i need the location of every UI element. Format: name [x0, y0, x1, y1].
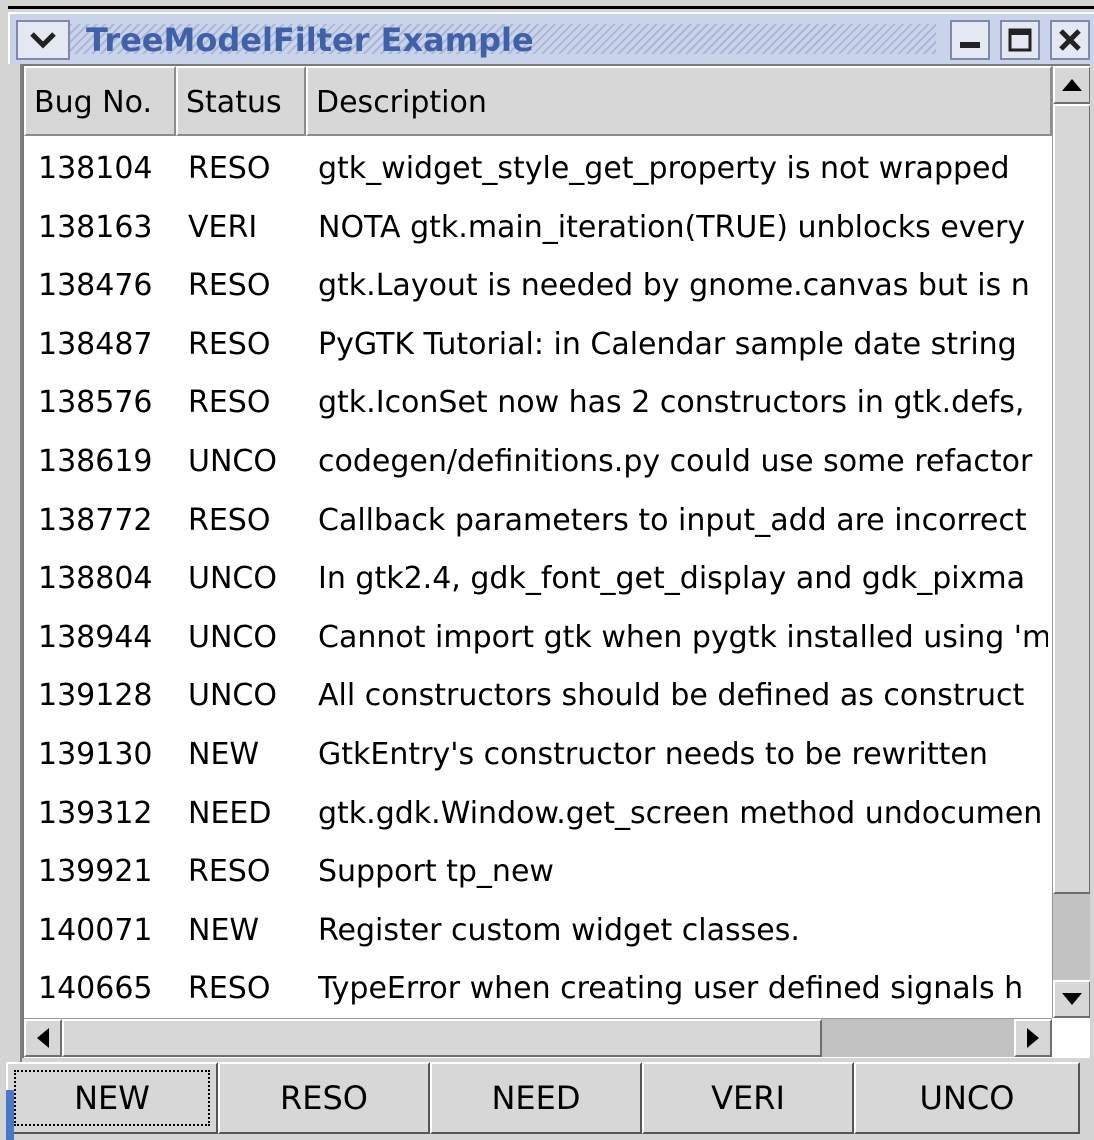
table-row[interactable]: 138163 VERI NOTA gtk.main_iteration(TRUE) …	[24, 199, 1052, 257]
table-row[interactable]: 139921 RESO Support tp_new	[24, 843, 1052, 901]
table-row[interactable]: 138576 RESO gtk.IconSet now has 2 construc…	[24, 374, 1052, 432]
minimize-icon	[960, 42, 980, 48]
status-cell: RESO	[188, 326, 271, 362]
table-row[interactable]: 139130 NEW GtkEntry's constructor needs to…	[24, 726, 1052, 784]
window-menu-button[interactable]	[16, 20, 70, 60]
description-cell: gtk.gdk.Window.get_screen method undocum…	[318, 795, 1043, 831]
filter-button-bar: NEW RESO NEED VERI UNCO	[6, 1062, 1090, 1134]
vertical-scroll-thumb[interactable]	[1053, 104, 1090, 894]
description-cell: gtk.IconSet now has 2 constructors in gt…	[318, 385, 1025, 421]
tree-header: Bug No. Status Description	[24, 66, 1052, 136]
window-frame-edge	[6, 1090, 14, 1140]
status-cell: UNCO	[188, 444, 277, 479]
description-cell: NOTA gtk.main_iteration(TRUE) unblocks e…	[318, 209, 1026, 245]
bug-number-cell: 139130	[38, 737, 153, 772]
close-icon	[1059, 29, 1081, 51]
bug-number-cell: 138104	[38, 151, 153, 186]
bug-number-cell: 139921	[38, 854, 153, 890]
column-header-description[interactable]: Description	[306, 66, 1052, 136]
close-button[interactable]	[1050, 20, 1090, 60]
description-cell: codegen/definitions.py could use some re…	[318, 444, 1033, 479]
filter-button-reso[interactable]: RESO	[218, 1062, 430, 1134]
horizontal-scrollbar[interactable]	[24, 1018, 1052, 1057]
description-cell: Register custom widget classes.	[318, 912, 800, 948]
filter-button-new[interactable]: NEW	[6, 1062, 218, 1134]
arrow-down-icon	[1062, 993, 1082, 1005]
bug-number-cell: 138576	[38, 385, 153, 421]
bug-tree-view[interactable]: Bug No. Status Description 138104 RESO gtk…	[22, 64, 1090, 1058]
description-cell: In gtk2.4, gdk_font_get_display and gdk_…	[318, 561, 1026, 597]
table-row[interactable]: 138476 RESO gtk.Layout is needed by gnome.…	[24, 257, 1052, 315]
maximize-icon	[1008, 28, 1032, 52]
table-row[interactable]: 138104 RESO gtk_widget_style_get_property …	[24, 140, 1052, 198]
horizontal-scroll-thumb[interactable]	[62, 1019, 822, 1057]
description-cell: gtk.Layout is needed by gnome.canvas but…	[318, 268, 1030, 304]
minimize-button[interactable]	[950, 20, 990, 60]
arrow-right-icon	[1027, 1028, 1039, 1048]
description-cell: Callback parameters to input_add are inc…	[318, 502, 1027, 538]
column-header-bug-no[interactable]: Bug No.	[24, 66, 176, 136]
bug-number-cell: 138163	[38, 209, 153, 245]
bug-number-cell: 138619	[38, 444, 153, 479]
chevron-down-icon	[30, 32, 56, 49]
status-cell: RESO	[188, 385, 271, 421]
bug-number-cell: 139312	[38, 795, 153, 831]
status-cell: RESO	[188, 268, 271, 304]
bug-number-cell: 140071	[38, 912, 153, 948]
status-cell: VERI	[188, 209, 258, 245]
table-row[interactable]: 138804 UNCO In gtk2.4, gdk_font_get_displa…	[24, 550, 1052, 608]
table-row[interactable]: 138619 UNCO codegen/definitions.py could u…	[24, 433, 1052, 491]
scroll-down-button[interactable]	[1053, 980, 1090, 1018]
status-cell: NEW	[188, 912, 260, 948]
filter-button-unco[interactable]: UNCO	[854, 1062, 1080, 1134]
scroll-left-button[interactable]	[24, 1019, 62, 1057]
title-bar[interactable]: TreeModelFilter Example	[8, 12, 1094, 64]
window-top-border	[8, 6, 1094, 9]
table-row[interactable]: 138944 UNCO Cannot import gtk when pygtk i…	[24, 609, 1052, 667]
status-cell: RESO	[188, 502, 271, 538]
bug-number-cell: 139128	[38, 678, 153, 714]
tree-rows: 138104 RESO gtk_widget_style_get_property …	[24, 136, 1052, 1016]
status-cell: UNCO	[188, 561, 277, 597]
bug-number-cell: 140665	[38, 971, 153, 1007]
window-content: Bug No. Status Description 138104 RESO gtk…	[20, 64, 1090, 1134]
status-cell: NEED	[188, 795, 272, 831]
bug-number-cell: 138487	[38, 326, 153, 362]
table-row[interactable]: 139312 NEED gtk.gdk.Window.get_screen meth…	[24, 785, 1052, 843]
scroll-right-button[interactable]	[1014, 1019, 1052, 1057]
bug-number-cell: 138804	[38, 561, 153, 597]
status-cell: RESO	[188, 854, 271, 890]
filter-button-veri[interactable]: VERI	[642, 1062, 854, 1134]
description-cell: PyGTK Tutorial: in Calendar sample date …	[318, 326, 1017, 362]
status-cell: RESO	[188, 151, 271, 186]
maximize-button[interactable]	[1000, 20, 1040, 60]
vertical-scrollbar[interactable]	[1052, 66, 1090, 1018]
description-cell: Cannot import gtk when pygtk installed u…	[318, 619, 1048, 655]
status-cell: RESO	[188, 971, 271, 1007]
status-cell: UNCO	[188, 678, 277, 714]
description-cell: Support tp_new	[318, 854, 554, 890]
window-title: TreeModelFilter Example	[86, 21, 534, 59]
table-row[interactable]: 140071 NEW Register custom widget classes.	[24, 902, 1052, 960]
scroll-up-button[interactable]	[1053, 66, 1090, 104]
filter-button-need[interactable]: NEED	[430, 1062, 642, 1134]
status-cell: UNCO	[188, 619, 277, 655]
description-cell: GtkEntry's constructor needs to be rewri…	[318, 737, 988, 772]
column-header-status[interactable]: Status	[176, 66, 306, 136]
description-cell: All constructors should be defined as co…	[318, 678, 1025, 714]
table-row[interactable]: 138487 RESO PyGTK Tutorial: in Calendar sa…	[24, 316, 1052, 374]
status-cell: NEW	[188, 737, 260, 772]
bug-number-cell: 138476	[38, 268, 153, 304]
arrow-up-icon	[1062, 79, 1082, 91]
bug-number-cell: 138772	[38, 502, 153, 538]
bug-number-cell: 138944	[38, 619, 153, 655]
arrow-left-icon	[37, 1028, 49, 1048]
description-cell: TypeError when creating user defined sig…	[318, 971, 1024, 1007]
table-row[interactable]: 140665 RESO TypeError when creating user d…	[24, 960, 1052, 1016]
table-row[interactable]: 139128 UNCO All constructors should be def…	[24, 667, 1052, 725]
application-window: TreeModelFilter Example Bug No. Status D	[0, 0, 1094, 1140]
description-cell: gtk_widget_style_get_property is not wra…	[318, 151, 1010, 186]
table-row[interactable]: 138772 RESO Callback parameters to input_a…	[24, 492, 1052, 550]
